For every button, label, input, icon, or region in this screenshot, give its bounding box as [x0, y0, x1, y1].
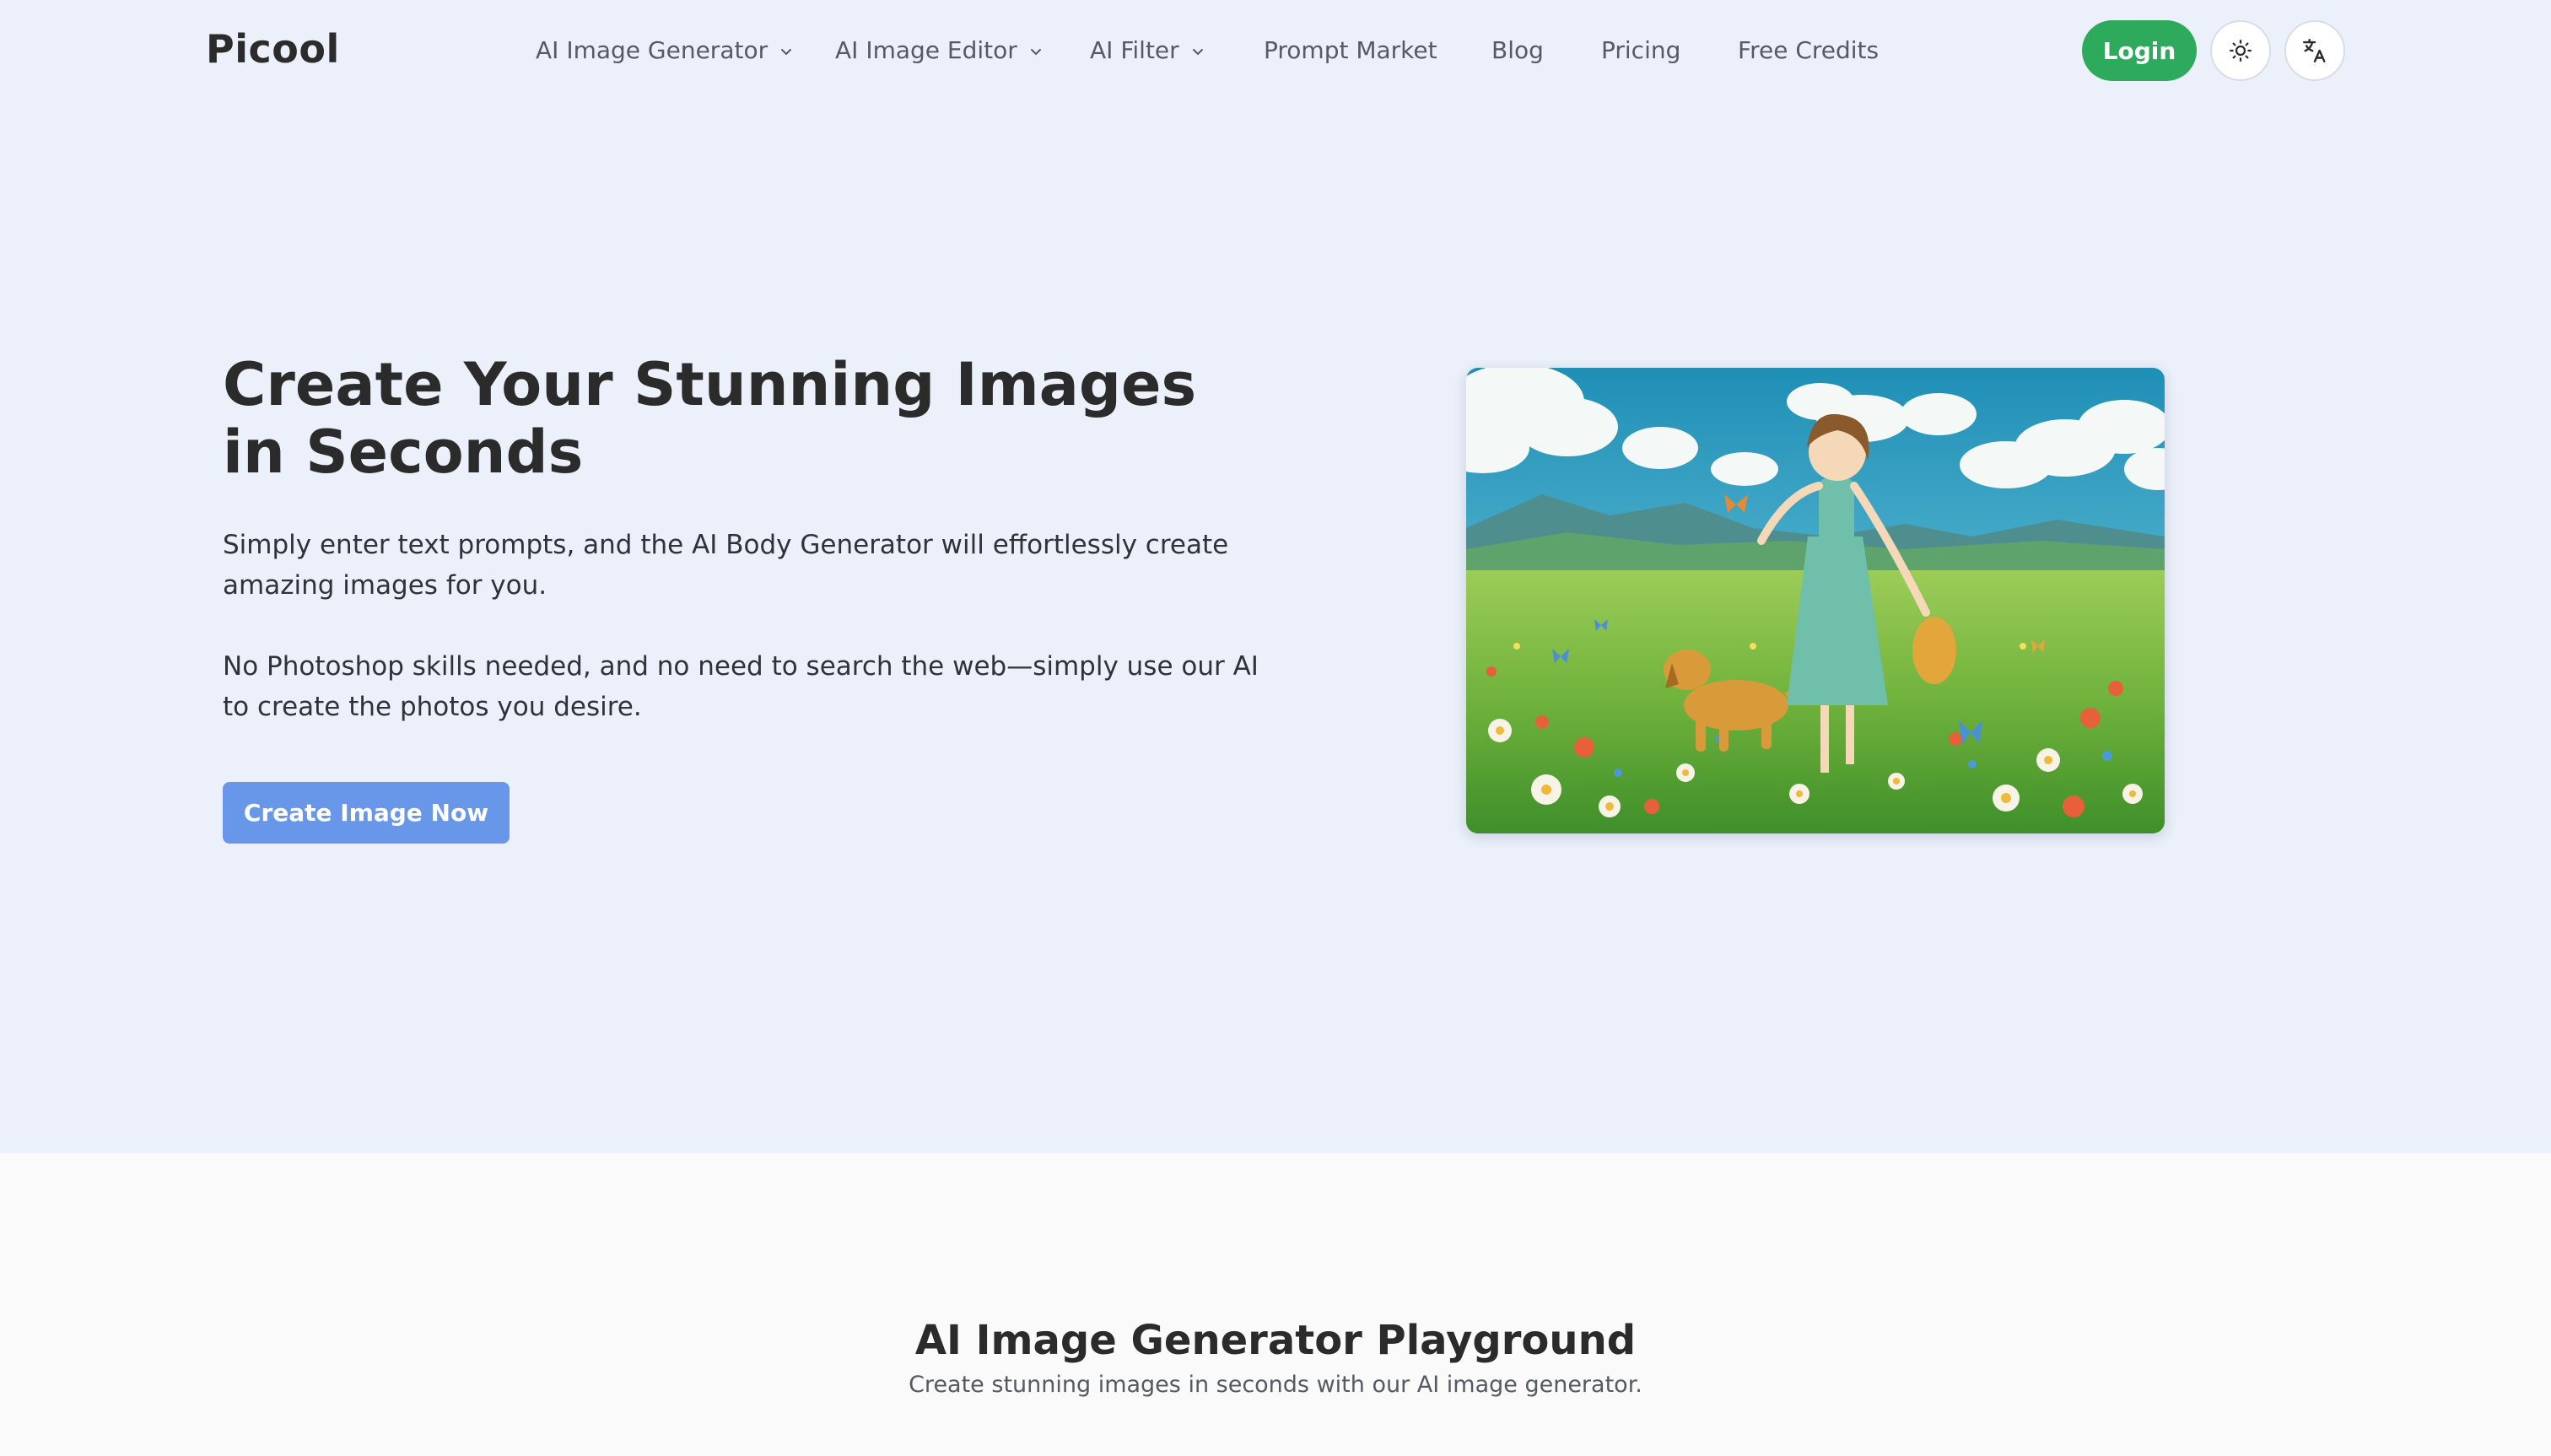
chevron-down-icon — [781, 49, 792, 56]
playground-subtitle: Create stunning images in seconds with o… — [909, 1372, 1642, 1398]
chevron-down-icon — [1030, 49, 1041, 56]
nav-blog[interactable]: Blog — [1491, 25, 1544, 74]
nav-free-credits[interactable]: Free Credits — [1738, 25, 1879, 74]
top-navbar: Picool AI Image Generator AI Image Edito… — [0, 0, 2551, 100]
nav-item-label: AI Filter — [1090, 35, 1179, 64]
language-button[interactable] — [2284, 20, 2345, 81]
sun-icon — [2230, 40, 2252, 62]
chevron-down-icon — [1192, 49, 1203, 56]
nav-item-label: Blog — [1491, 35, 1544, 64]
nav-item-label: AI Image Editor — [835, 35, 1017, 64]
nav-item-label: AI Image Generator — [536, 35, 769, 64]
translate-icon — [2303, 39, 2326, 62]
hero-illustration — [1466, 368, 2165, 833]
nav-item-label: Prompt Market — [1264, 35, 1437, 64]
nav-ai-image-generator[interactable]: AI Image Generator — [536, 25, 795, 74]
nav-item-label: Free Credits — [1738, 35, 1880, 64]
nav-ai-image-editor[interactable]: AI Image Editor — [835, 25, 1044, 74]
hero-description-secondary: No Photoshop skills needed, and no need … — [223, 651, 1259, 722]
login-button[interactable]: Login — [2082, 20, 2197, 81]
site-logo[interactable]: Picool — [206, 22, 340, 76]
playground-title: AI Image Generator Playground — [914, 1317, 1637, 1364]
nav-prompt-market[interactable]: Prompt Market — [1264, 25, 1437, 74]
main-nav: AI Image Generator AI Image Editor AI Fi… — [506, 25, 1991, 74]
theme-toggle-button[interactable] — [2210, 20, 2271, 81]
nav-item-label: Pricing — [1601, 35, 1681, 64]
nav-ai-filter[interactable]: AI Filter — [1090, 25, 1206, 74]
hero-description: Simply enter text prompts, and the AI Bo… — [223, 530, 1229, 601]
hero-title: Create Your Stunning Images in Seconds — [223, 350, 1197, 487]
create-image-now-button[interactable]: Create Image Now — [223, 782, 510, 844]
nav-pricing[interactable]: Pricing — [1601, 25, 1680, 74]
